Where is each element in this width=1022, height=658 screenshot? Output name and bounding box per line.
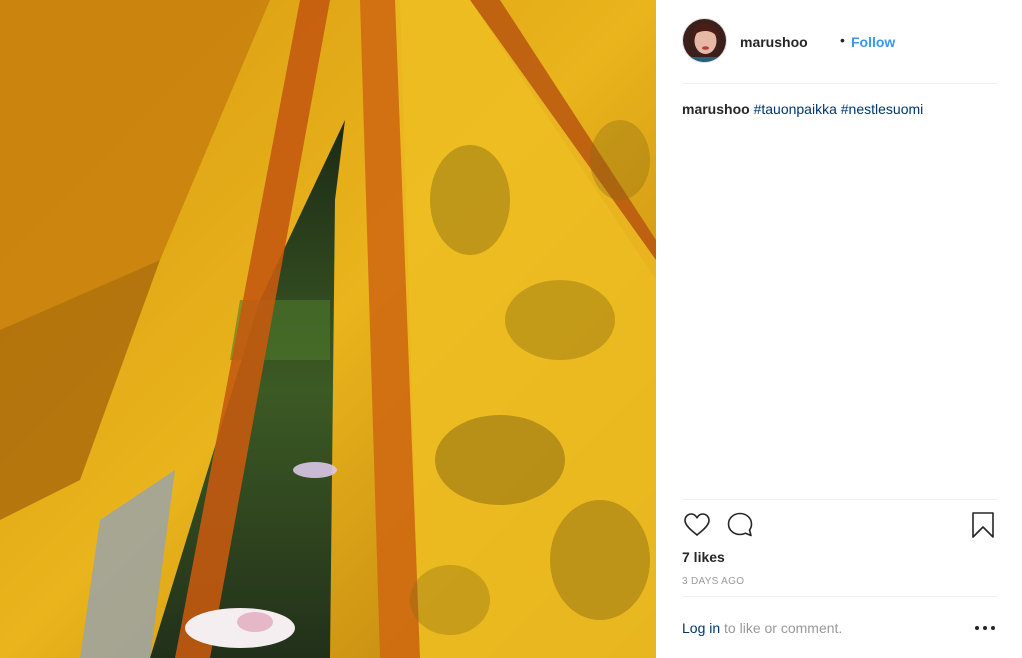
tent-photo-image	[0, 0, 656, 658]
caption-username-link[interactable]: marushoo	[682, 101, 750, 117]
login-link[interactable]: Log in	[682, 620, 720, 636]
hashtag-link[interactable]: #tauonpaikka	[754, 101, 837, 117]
follow-button[interactable]: Follow	[851, 34, 895, 50]
likes-count[interactable]: 7 likes	[682, 549, 725, 565]
comment-login-bar: Log in to like or comment.	[682, 596, 998, 658]
username-link[interactable]: marushoo	[740, 34, 808, 50]
login-prompt: Log in to like or comment.	[682, 620, 842, 636]
avatar-image	[683, 19, 726, 62]
heart-icon[interactable]	[682, 510, 712, 540]
avatar[interactable]	[682, 18, 727, 63]
bookmark-icon[interactable]	[968, 510, 998, 540]
comment-bubble-icon[interactable]	[725, 510, 755, 540]
post-photo[interactable]	[0, 0, 656, 658]
post-actions: 7 likes 3 DAYS AGO	[682, 499, 998, 596]
post-header: marushoo • Follow	[682, 18, 998, 84]
hashtag-link[interactable]: #nestlesuomi	[841, 101, 924, 117]
post-details-panel: marushoo • Follow marushoo #tauonpaikka …	[656, 0, 1022, 658]
separator-dot: •	[840, 32, 845, 48]
post-caption: marushoo #tauonpaikka #nestlesuomi	[682, 100, 998, 118]
login-prompt-text: to like or comment.	[720, 620, 843, 636]
more-options-icon[interactable]	[972, 615, 998, 641]
post-timestamp[interactable]: 3 DAYS AGO	[682, 576, 744, 587]
